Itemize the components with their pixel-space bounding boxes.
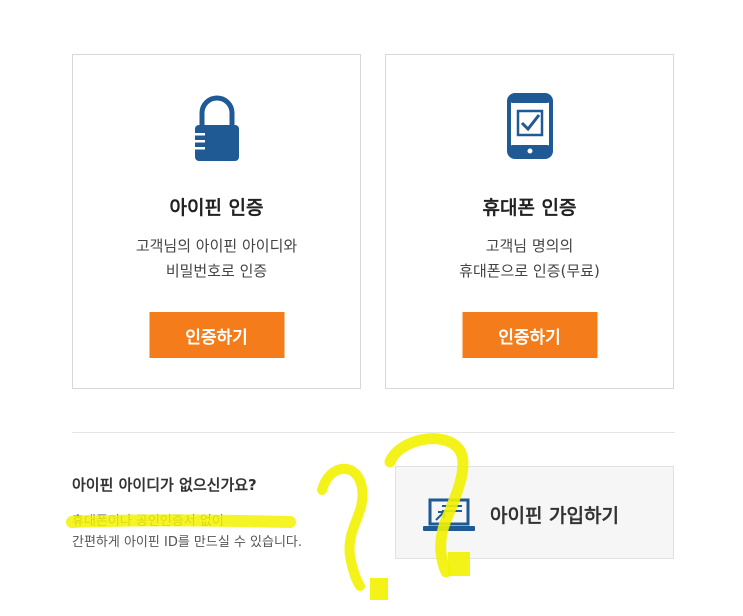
ipin-auth-title: 아이핀 인증 xyxy=(169,197,264,219)
padlock-icon xyxy=(194,93,240,167)
ipin-auth-card: 아이핀 인증 고객님의 아이핀 아이디와 비밀번호로 인증 인증하기 xyxy=(72,54,361,389)
ipin-auth-description: 고객님의 아이핀 아이디와 비밀번호로 인증 xyxy=(135,237,298,280)
phone-auth-description: 고객님 명의의 휴대폰으로 인증(무료) xyxy=(459,237,600,280)
laptop-icon xyxy=(422,498,476,536)
phone-auth-card: 휴대폰 인증 고객님 명의의 휴대폰으로 인증(무료) 인증하기 xyxy=(385,54,674,389)
section-divider xyxy=(72,432,675,433)
signup-question: 아이핀 아이디가 없으신가요? xyxy=(72,476,257,494)
ipin-signup-label: 아이핀 가입하기 xyxy=(490,505,619,527)
smartphone-check-icon xyxy=(506,93,553,163)
ipin-signup-button[interactable]: 아이핀 가입하기 xyxy=(395,466,674,559)
phone-auth-button[interactable]: 인증하기 xyxy=(462,312,597,358)
ipin-auth-button[interactable]: 인증하기 xyxy=(149,312,284,358)
phone-auth-title: 휴대폰 인증 xyxy=(482,197,577,219)
signup-description: 휴대폰이나 공인인증서 없이 간편하게 아이핀 ID를 만드실 수 있습니다. xyxy=(72,514,302,550)
